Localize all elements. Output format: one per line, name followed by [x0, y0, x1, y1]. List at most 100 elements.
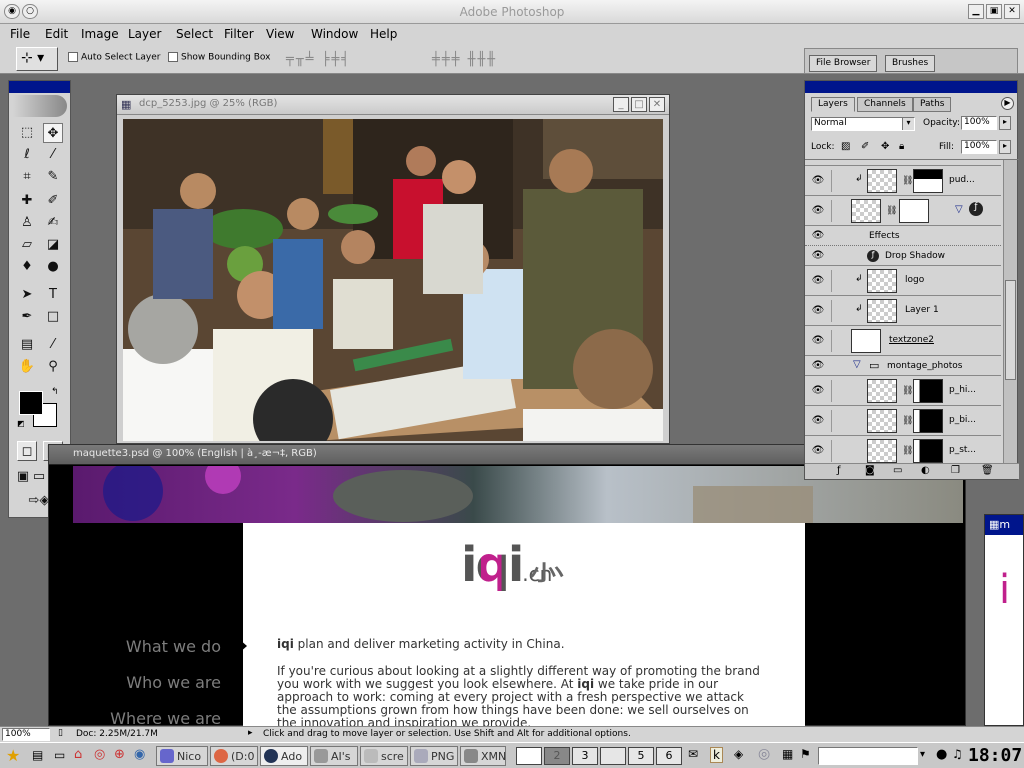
doc1-maximize-button[interactable]: □ — [631, 97, 647, 112]
healing-brush-tool-icon[interactable]: ✚ — [17, 191, 37, 211]
task-png[interactable]: PNG — [410, 746, 458, 766]
tray-k-icon[interactable]: k — [710, 747, 723, 763]
layers-scrollbar-thumb[interactable] — [1005, 280, 1016, 380]
default-colors-icon[interactable]: ◩ — [17, 419, 25, 428]
group-expand-icon[interactable]: ▽ — [853, 359, 861, 370]
eye-icon[interactable]: 👁︎ — [809, 445, 827, 457]
tray-calc-icon[interactable]: ▦ — [782, 747, 793, 761]
layer-row-shape[interactable]: 👁︎ ⛓ ▽ ƒ — [805, 196, 1001, 226]
task-nico[interactable]: Nico — [156, 746, 208, 766]
screen-mode-2-icon[interactable]: ▭ — [31, 467, 47, 487]
chevron-down-icon[interactable]: ▾ — [920, 749, 925, 760]
eye-icon[interactable]: 👁︎ — [809, 175, 827, 187]
link-box[interactable] — [831, 270, 849, 292]
quicklaunch-monitor-icon[interactable]: ▭ — [54, 748, 65, 762]
expand-effects-icon[interactable]: ▽ — [955, 204, 963, 215]
task-ais[interactable]: AI's — [310, 746, 358, 766]
eraser-tool-icon[interactable]: ▱ — [17, 235, 37, 255]
doc1-minimize-button[interactable]: _ — [613, 97, 629, 112]
quicklaunch-lifesaver-icon[interactable]: ⊕ — [114, 747, 125, 762]
quicklaunch-terminal-icon[interactable]: ▤ — [32, 748, 43, 762]
tab-layers[interactable]: Layers — [811, 97, 855, 112]
adjustment-layer-icon[interactable]: ◐ — [921, 465, 930, 476]
layer-row-p-st[interactable]: 👁︎ ⛓ p_st... — [805, 436, 1001, 463]
tray-sound-icon[interactable]: ♫ — [952, 747, 963, 761]
move-tool-preset-icon[interactable]: ⊹ ▾ — [16, 47, 58, 71]
distribute-buttons-icon[interactable]: ╪╪╪ ╫╫╫ — [432, 52, 497, 67]
toolbox-header[interactable] — [9, 81, 70, 93]
dodge-tool-icon[interactable]: ● — [43, 257, 63, 277]
task-xmn[interactable]: XMN — [460, 746, 506, 766]
menu-help[interactable]: Help — [370, 27, 397, 41]
drop-shadow-row[interactable]: 👁︎ ƒ Drop Shadow — [805, 246, 1001, 266]
new-group-icon[interactable]: ▭ — [893, 465, 902, 476]
layer-style-icon[interactable]: ƒ — [969, 202, 983, 216]
layer-row-layer1[interactable]: 👁︎ ↲ Layer 1 — [805, 296, 1001, 326]
shape-tool-icon[interactable]: □ — [43, 307, 63, 327]
align-buttons-icon[interactable]: ╤╥╧ ╞╪╡ — [286, 52, 351, 67]
add-mask-icon[interactable]: ◙ — [865, 465, 875, 476]
link-box[interactable] — [831, 300, 849, 322]
minimize-button[interactable]: ▁ — [968, 4, 984, 19]
link-box[interactable] — [831, 200, 849, 222]
eyedropper-tool-icon[interactable]: ⁄ — [43, 335, 63, 355]
opacity-arrow-icon[interactable]: ▸ — [999, 116, 1011, 130]
doc1-titlebar[interactable]: ▦ dcp_5253.jpg @ 25% (RGB) _ □ ✕ — [117, 95, 669, 115]
screen-mode-1-icon[interactable]: ▣ — [15, 467, 31, 487]
quicklaunch-globe-icon[interactable]: ◉ — [134, 747, 145, 762]
link-box[interactable] — [831, 410, 849, 432]
opacity-input[interactable]: 100% — [961, 116, 997, 130]
eye-icon[interactable]: 👁︎ — [809, 360, 827, 372]
nav-who-we-are[interactable]: Who we are — [126, 673, 221, 692]
desktop-5[interactable]: 5 — [628, 747, 654, 765]
marquee-tool-icon[interactable]: ⬚ — [17, 123, 37, 143]
tray-disc-icon[interactable]: ◎ — [758, 746, 770, 762]
quicklaunch-help-icon[interactable]: ◎ — [94, 747, 105, 762]
blend-mode-select[interactable]: Normal ▾ — [811, 117, 915, 131]
menu-window[interactable]: Window — [311, 27, 358, 41]
crop-tool-icon[interactable]: ⌗ — [17, 167, 37, 187]
layer-row-p-bi[interactable]: 👁︎ ⛓ p_bi... — [805, 406, 1001, 436]
gradient-tool-icon[interactable]: ◪ — [43, 235, 63, 255]
brush-tool-icon[interactable]: ✐ — [43, 191, 63, 211]
menu-image[interactable]: Image — [81, 27, 119, 41]
pen-tool-icon[interactable]: ✒ — [17, 307, 37, 327]
desktop-6[interactable]: 6 — [656, 747, 682, 765]
type-tool-icon[interactable]: T — [43, 285, 63, 305]
eye-icon[interactable]: 👁︎ — [809, 385, 827, 397]
bounding-box-checkbox[interactable]: Show Bounding Box — [168, 52, 270, 63]
hand-tool-icon[interactable]: ✋ — [17, 357, 37, 377]
eye-icon[interactable]: 👁︎ — [809, 275, 827, 287]
status-menu-icon[interactable]: ▸ — [248, 728, 253, 738]
menu-file[interactable]: File — [10, 27, 30, 41]
magic-wand-tool-icon[interactable]: ⁄ — [43, 145, 63, 165]
blur-tool-icon[interactable]: ♦ — [17, 257, 37, 277]
layer-row-textzone2[interactable]: 👁︎ textzone2 — [805, 326, 1001, 356]
effects-row[interactable]: 👁︎ Effects — [805, 226, 1001, 246]
desktop-3[interactable]: 3 — [572, 747, 598, 765]
zoom-tool-icon[interactable]: ⚲ — [43, 357, 63, 377]
link-box[interactable] — [831, 440, 849, 462]
fill-arrow-icon[interactable]: ▸ — [999, 140, 1011, 154]
layer-row-logo[interactable]: 👁︎ ↲ logo — [805, 266, 1001, 296]
standard-mode-icon[interactable]: ◻ — [17, 441, 37, 461]
menu-edit[interactable]: Edit — [45, 27, 68, 41]
tray-mail-icon[interactable]: ✉ — [688, 747, 698, 761]
layers-scrollbar[interactable] — [1003, 160, 1017, 463]
eye-icon[interactable]: 👁︎ — [809, 305, 827, 317]
eye-icon[interactable]: 👁︎ — [809, 250, 827, 262]
trash-icon[interactable]: 🗑︎ — [981, 465, 994, 476]
doc1-close-button[interactable]: ✕ — [649, 97, 665, 112]
layer-row-partial[interactable] — [805, 160, 1001, 166]
desktop-1[interactable] — [516, 747, 542, 765]
close-button[interactable]: ✕ — [1004, 4, 1020, 19]
add-style-icon[interactable]: ƒ — [837, 465, 841, 476]
mahjong-photo[interactable] — [123, 119, 663, 441]
menu-view[interactable]: View — [266, 27, 294, 41]
lock-all-icon[interactable]: 🔒︎ — [899, 141, 904, 152]
layers-palette-header[interactable] — [805, 81, 1017, 93]
maximize-button[interactable]: ▣ — [986, 4, 1002, 19]
menu-layer[interactable]: Layer — [128, 27, 161, 41]
background-window-peek[interactable]: ▦m i — [984, 514, 1024, 726]
desktop-4[interactable] — [600, 747, 626, 765]
